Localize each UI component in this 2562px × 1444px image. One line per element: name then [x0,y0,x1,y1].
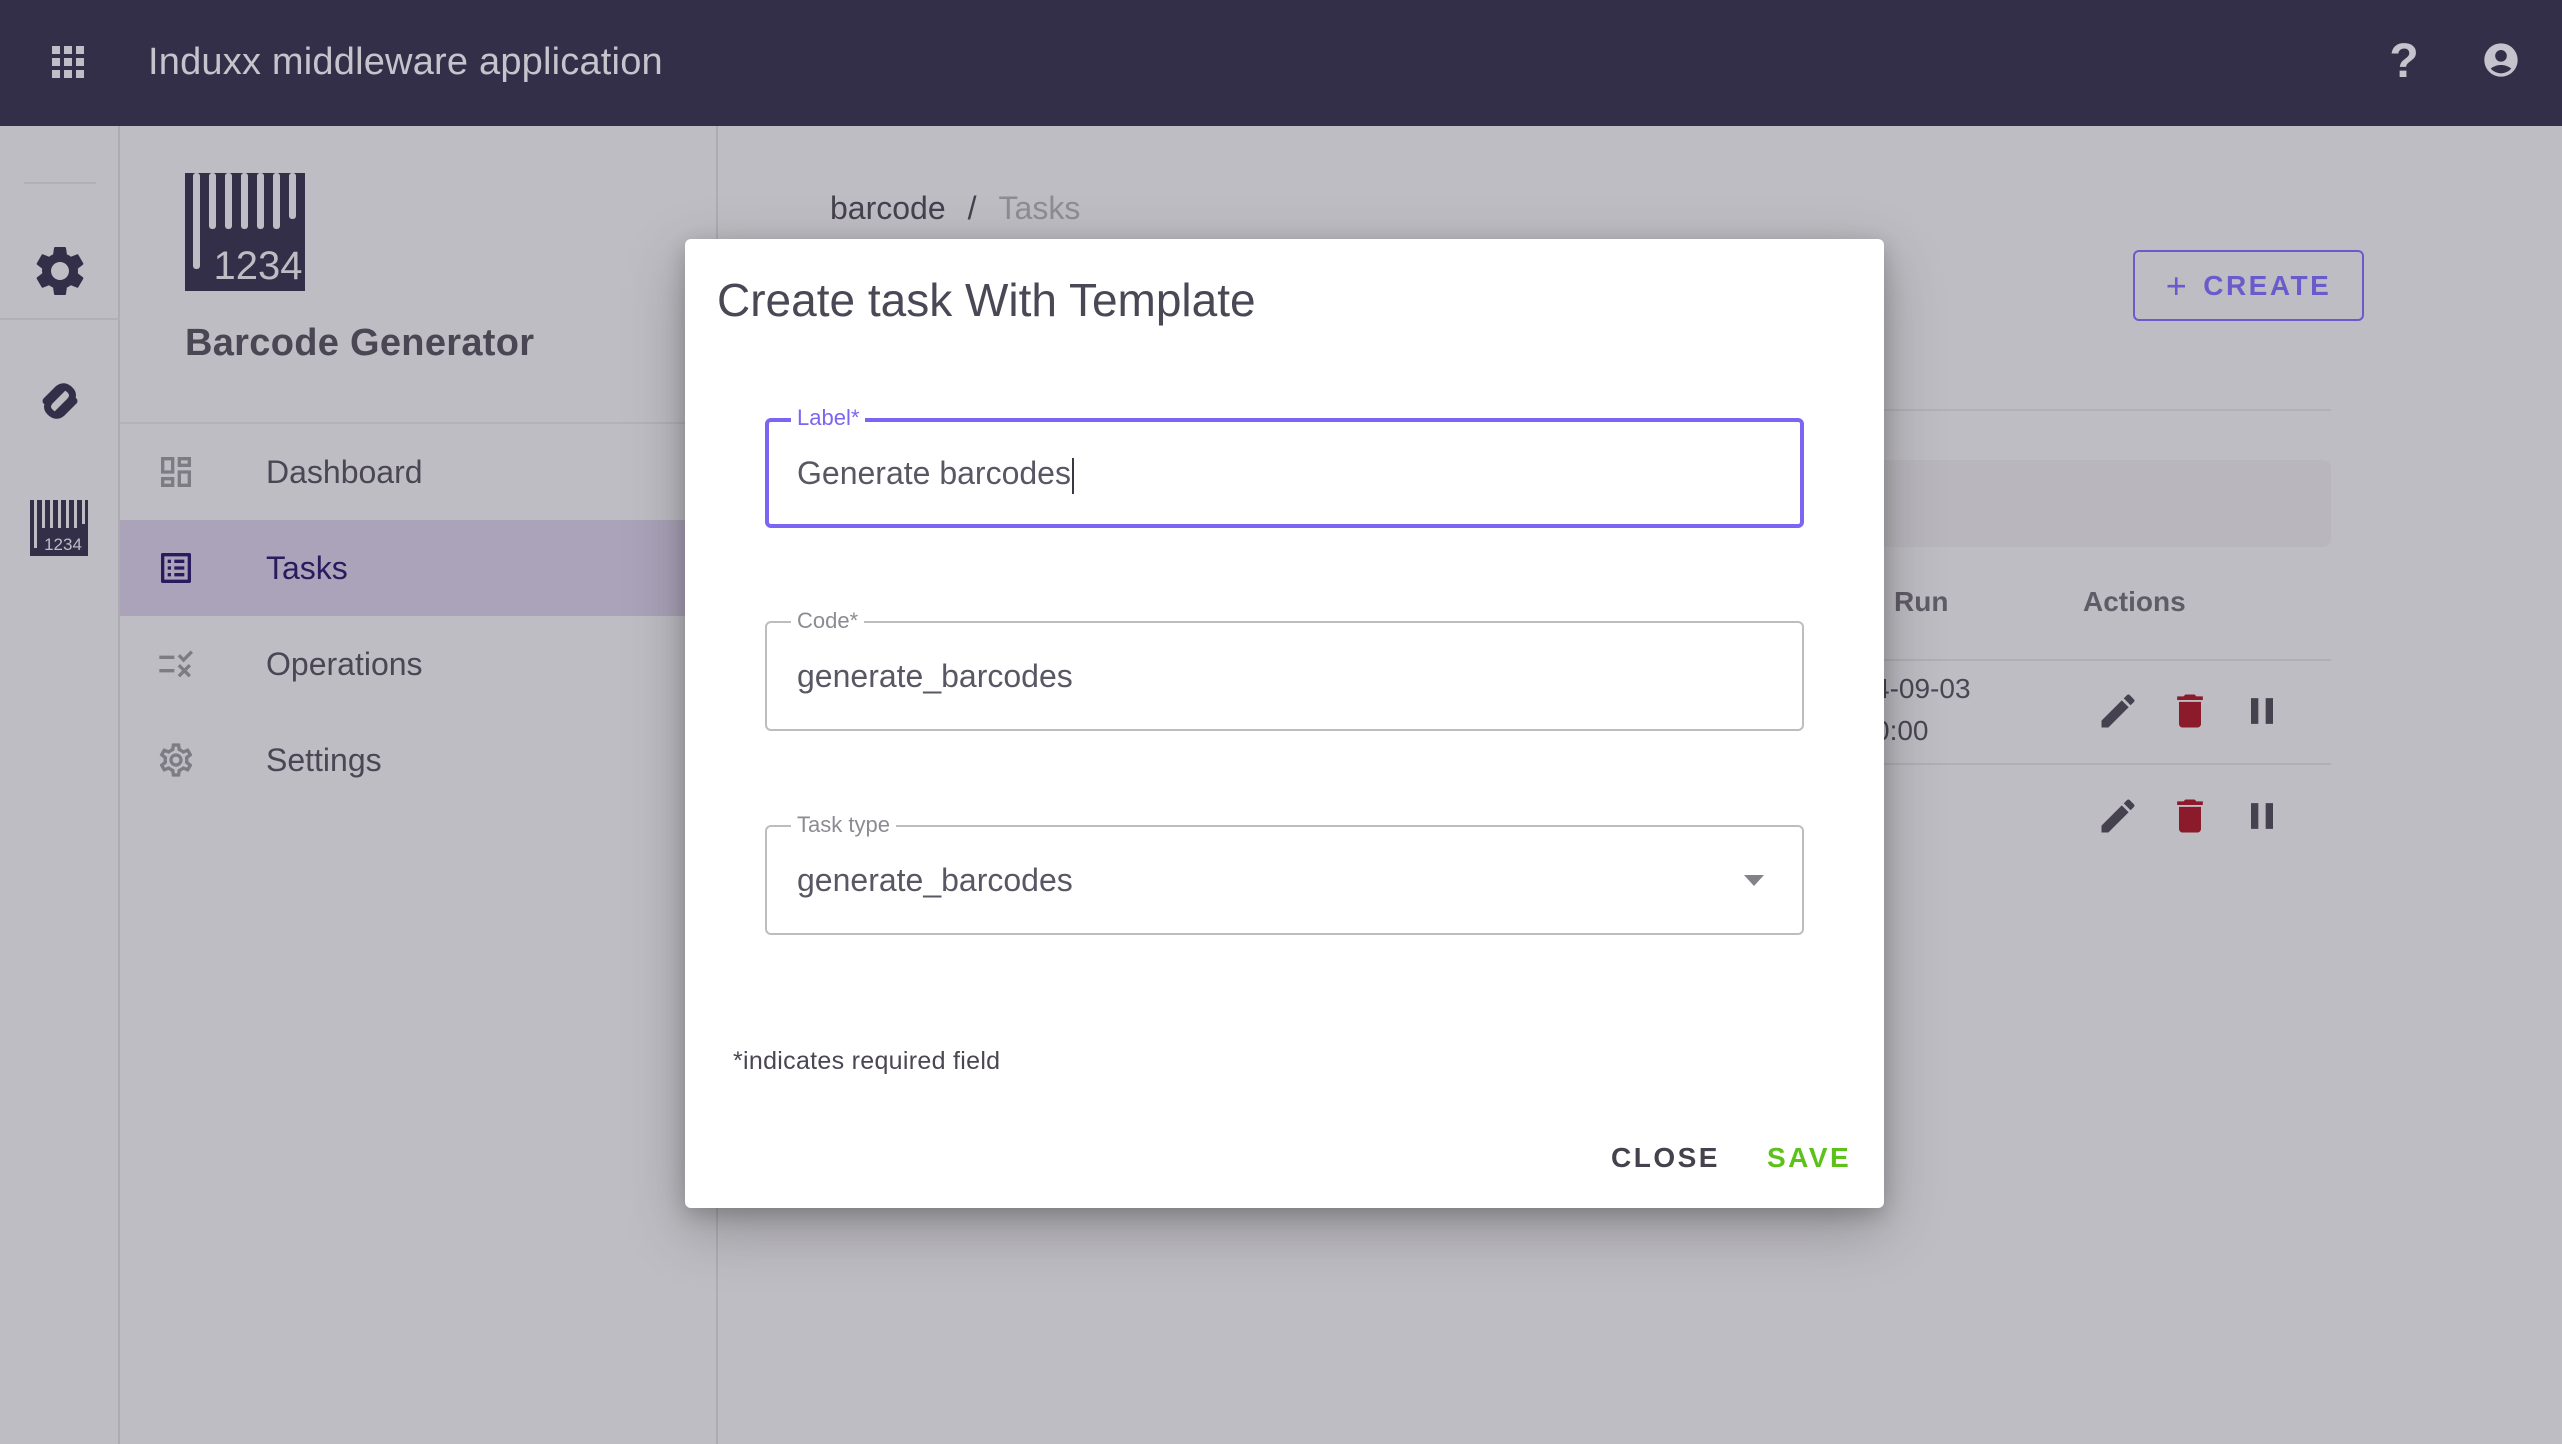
breadcrumb: barcode / Tasks [830,190,1080,227]
run-date: 4-09-03 [1874,673,1971,704]
svg-text:1234: 1234 [44,535,82,554]
gear-icon[interactable] [30,241,90,301]
required-field-note: *indicates required field [733,1047,1001,1075]
sidebar-item-operations[interactable]: Operations [120,616,718,712]
plus-icon: + [2165,264,2190,306]
rail-divider [0,318,120,320]
sidebar-item-label: Settings [266,741,382,778]
text-cursor [1071,457,1074,494]
gear-icon [156,740,196,780]
chevron-down-icon[interactable] [1744,875,1764,886]
label-field[interactable]: Label* Generate barcodes [765,404,1804,528]
code-field[interactable]: Code* generate_barcodes [765,607,1804,731]
dialog-title: Create task With Template [717,274,1256,326]
dashboard-icon [156,452,196,492]
app-name: Barcode Generator [185,322,535,364]
account-circle-icon[interactable] [2481,40,2521,80]
close-button[interactable]: CLOSE [1611,1139,1720,1177]
app-title: Induxx middleware application [148,41,663,83]
sidebar-item-settings[interactable]: Settings [120,712,718,808]
sidebar-nav: Dashboard Tasks Operations Settings [120,424,718,808]
label-field-value: Generate barcodes [797,455,1071,491]
link-icon[interactable] [30,371,90,431]
logo-text: 1234 [214,244,303,288]
delete-icon[interactable] [2168,794,2212,838]
rule-icon [156,644,196,684]
create-button[interactable]: + CREATE [2133,250,2364,321]
create-button-label: CREATE [2203,269,2332,301]
breadcrumb-current: Tasks [998,190,1081,226]
breadcrumb-separator: / [967,190,977,226]
task-type-value: generate_barcodes [797,862,1073,898]
apps-grid-icon[interactable] [52,46,84,78]
pause-icon[interactable] [2240,794,2284,838]
breadcrumb-root[interactable]: barcode [830,190,946,226]
sidebar-item-label: Operations [266,645,423,682]
pause-icon[interactable] [2240,689,2284,733]
barcode-icon[interactable]: 1234 [30,498,90,558]
save-button[interactable]: SAVE [1767,1139,1851,1177]
task-type-select[interactable]: Task type generate_barcodes [765,811,1804,935]
edit-icon[interactable] [2096,689,2140,733]
column-header-run[interactable]: Run [1894,586,1948,618]
edit-icon[interactable] [2096,794,2140,838]
sidebar-item-tasks[interactable]: Tasks [120,520,718,616]
barcode-logo-icon: 1234 [185,173,305,291]
create-task-dialog: Create task With Template Label* Generat… [685,239,1884,1208]
app-header: Induxx middleware application ? [0,0,2562,126]
sidebar-item-dashboard[interactable]: Dashboard [120,424,718,520]
sidebar-item-label: Tasks [266,549,348,586]
sidebar: 1234 Barcode Generator Dashboard Tasks O… [120,126,718,1444]
help-icon[interactable]: ? [2384,36,2424,88]
app-rail: 1234 [0,126,120,1444]
delete-icon[interactable] [2168,689,2212,733]
sidebar-item-label: Dashboard [266,453,423,490]
column-header-actions: Actions [2083,586,2186,617]
code-field-value: generate_barcodes [797,658,1073,694]
rail-divider [24,182,96,184]
list-icon [156,548,196,588]
